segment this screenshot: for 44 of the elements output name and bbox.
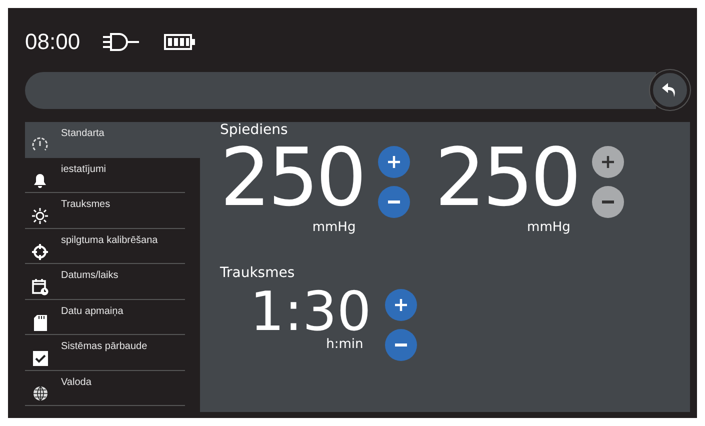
menu-label: Datums/laiks [61, 270, 118, 281]
section-title: Spiediens [220, 122, 289, 138]
minus-icon [601, 200, 616, 204]
section-title: Trauksmes [220, 265, 296, 281]
unit-label: mmHg [312, 220, 356, 235]
menu-item[interactable]: Datu apmaiņa [25, 300, 185, 335]
menu-item[interactable]: Trauksmes [25, 193, 185, 228]
minus-icon [394, 343, 408, 347]
menu-label: Standarta [61, 128, 104, 139]
plus-icon [386, 155, 401, 169]
increase-button[interactable] [378, 146, 410, 178]
menu-item[interactable]: Sistēmas pārbaude [25, 335, 185, 370]
unit-label: mmHg [527, 220, 570, 235]
decrease-button[interactable] [378, 186, 410, 218]
globe-icon [32, 386, 48, 401]
menu-item[interactable]: Valoda [25, 370, 185, 406]
menu-item[interactable]: iestatījumi [25, 158, 185, 193]
memory-card-icon [34, 314, 46, 330]
back-button[interactable] [650, 70, 690, 110]
plus-icon [394, 298, 408, 312]
bell-icon [33, 173, 47, 188]
decrease-button[interactable] [385, 329, 418, 361]
menu-label: iestatījumi [61, 164, 106, 174]
menu-label: Datu apmaiņa [61, 306, 124, 316]
clock-time: 08:00 [25, 29, 80, 55]
battery-icon [164, 33, 196, 51]
crosshair-icon [32, 244, 48, 260]
menu-label: Trauksmes [61, 199, 110, 210]
pressure-value: 250 [434, 138, 578, 218]
menu-label: Sistēmas pārbaude [61, 341, 148, 352]
increase-button[interactable] [385, 289, 418, 321]
menu-item[interactable]: spilgtuma kalibrēšana [25, 228, 185, 264]
checkbox-icon [32, 350, 48, 366]
pressure-value: 250 [220, 138, 364, 218]
menu-label: spilgtuma kalibrēšana [61, 234, 158, 246]
menu-label: Valoda [61, 376, 92, 388]
menu-item[interactable]: Standarta [25, 122, 200, 158]
minus-icon [386, 200, 401, 204]
gauge-icon [32, 137, 48, 153]
menu-item[interactable]: Datums/laiks [25, 264, 185, 300]
unit-label: h:min [326, 337, 364, 352]
calendar-clock-icon [32, 278, 48, 296]
plus-icon [601, 155, 616, 169]
sun-icon [32, 208, 48, 224]
